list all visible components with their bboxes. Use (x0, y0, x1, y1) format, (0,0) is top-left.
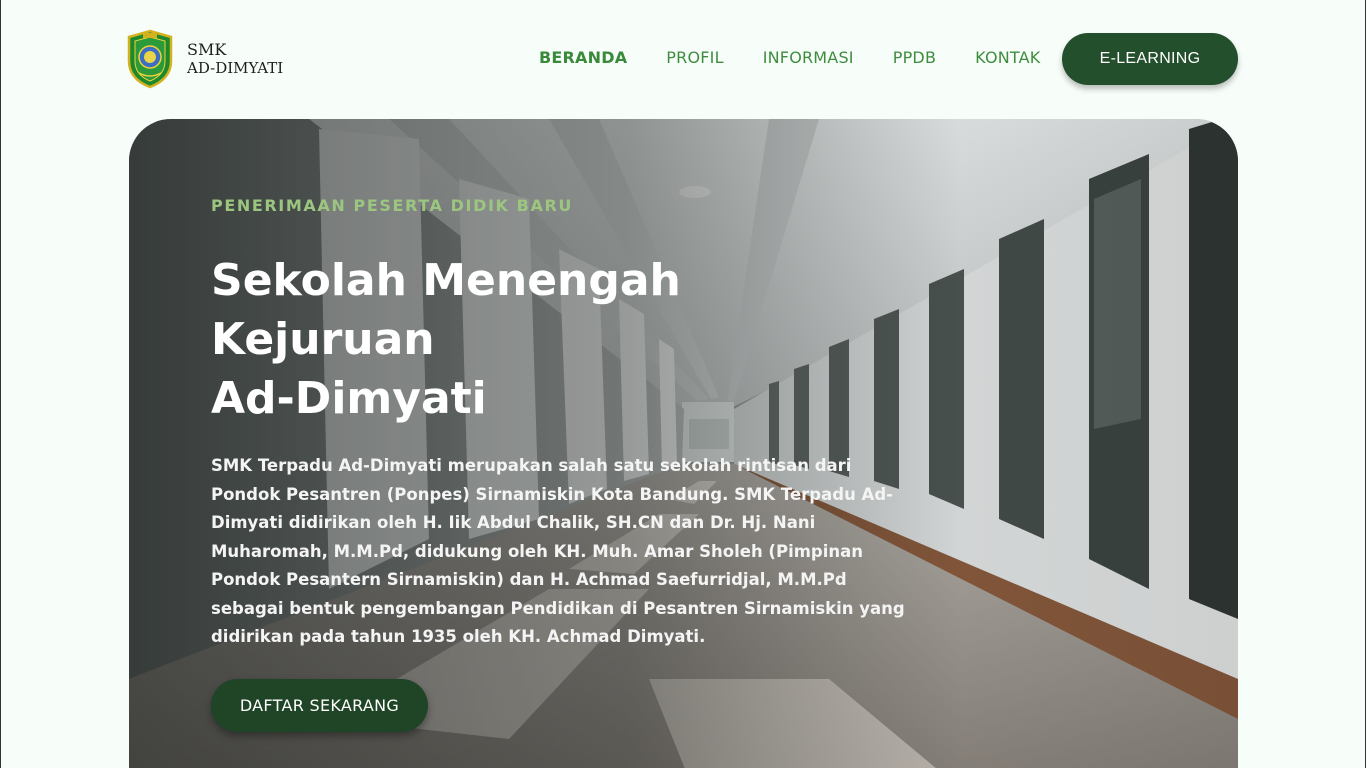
daftar-sekarang-button[interactable]: DAFTAR SEKARANG (211, 679, 428, 732)
hero-eyebrow: PENERIMAAN PESERTA DIDIK BARU (211, 196, 573, 215)
nav-item-profil[interactable]: PROFIL (666, 48, 723, 67)
brand-logo[interactable]: SMK AD-DIMYATI (125, 29, 283, 89)
hero-banner: PENERIMAAN PESERTA DIDIK BARU Sekolah Me… (129, 119, 1238, 768)
nav-item-beranda[interactable]: BERANDA (539, 48, 627, 67)
hero-title: Sekolah Menengah Kejuruan Ad-Dimyati (211, 251, 731, 428)
nav-item-informasi[interactable]: INFORMASI (763, 48, 854, 67)
brand-line-2: AD-DIMYATI (187, 59, 284, 77)
hero-title-line-1: Sekolah Menengah (211, 255, 681, 306)
site-header: SMK AD-DIMYATI BERANDA PROFIL INFORMASI … (1, 0, 1366, 118)
brand-line-1: SMK (187, 40, 227, 59)
e-learning-button[interactable]: E-LEARNING (1062, 33, 1238, 85)
main-nav: BERANDA PROFIL INFORMASI PPDB KONTAK (539, 48, 1080, 67)
hero-overlay (129, 119, 1238, 768)
hero-description: SMK Terpadu Ad-Dimyati merupakan salah s… (211, 456, 905, 646)
hero-title-line-3: Ad-Dimyati (211, 373, 487, 424)
school-emblem-icon (127, 29, 173, 89)
nav-item-kontak[interactable]: KONTAK (975, 48, 1040, 67)
brand-name: SMK AD-DIMYATI (187, 40, 284, 78)
hero-title-line-2: Kejuruan (211, 314, 435, 365)
nav-item-ppdb[interactable]: PPDB (893, 48, 936, 67)
